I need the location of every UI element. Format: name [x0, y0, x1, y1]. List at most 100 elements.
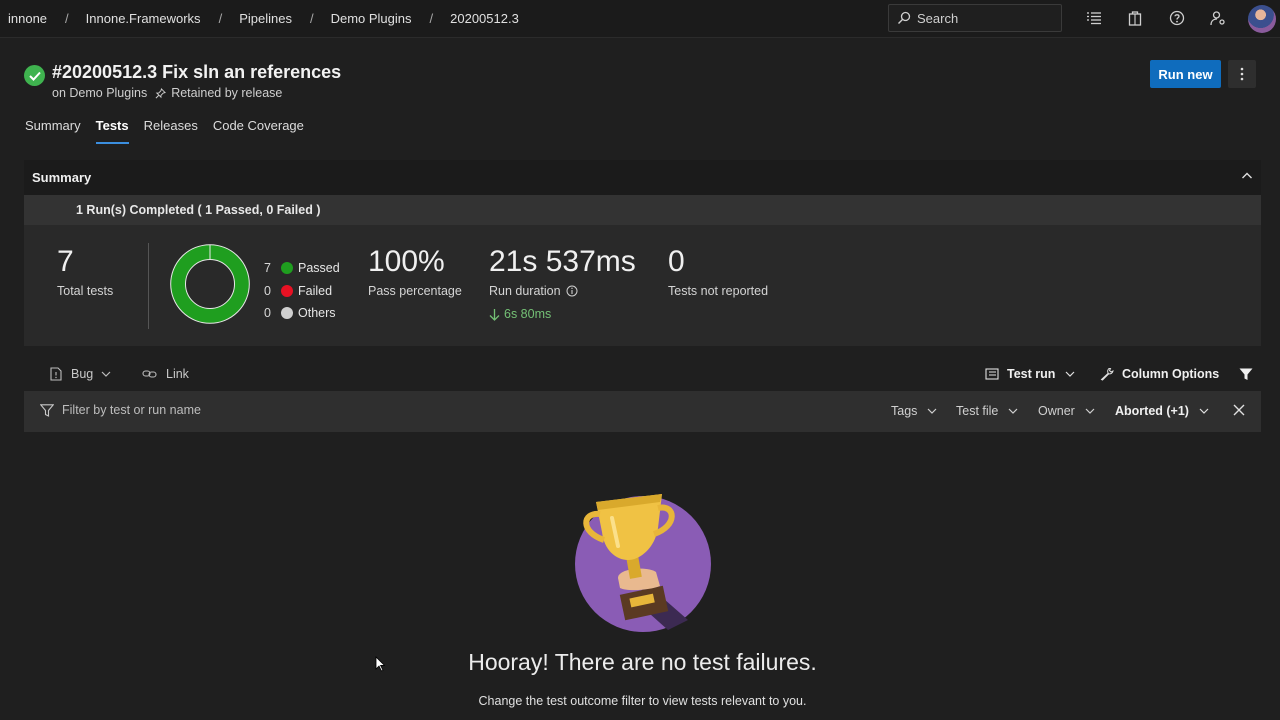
legend-failed: 0 Failed	[264, 280, 340, 303]
link-button[interactable]: Link	[142, 367, 189, 381]
outcome-filter-dropdown[interactable]: Aborted (+1)	[1115, 404, 1209, 418]
total-tests-stat: 7 Total tests	[57, 245, 113, 298]
filter-input[interactable]: Filter by test or run name	[40, 403, 201, 417]
build-subtitle: on Demo Plugins Retained by release	[52, 86, 282, 100]
chevron-up-icon[interactable]	[1241, 170, 1253, 182]
total-tests-value: 7	[57, 245, 74, 278]
clear-filters-button[interactable]	[1233, 404, 1245, 416]
run-duration-label-row: Run duration	[489, 284, 636, 298]
failed-dot	[281, 284, 293, 297]
test-run-label: Test run	[1007, 367, 1056, 381]
pass-percentage-label: Pass percentage	[368, 284, 462, 298]
owner-filter-dropdown[interactable]: Owner	[1038, 404, 1095, 418]
total-tests-label: Total tests	[57, 284, 114, 298]
page-title: #20200512.3 Fix sln an references	[52, 62, 342, 82]
duration-trend: 6s 80ms	[489, 307, 636, 321]
outcome-legend: 7 Passed 0 Failed 0 Others	[264, 257, 340, 325]
not-reported-stat: 0 Tests not reported	[668, 245, 768, 298]
avatar[interactable]	[1248, 5, 1276, 33]
bug-icon	[50, 367, 62, 381]
test-stats-panel: 7 Total tests 7 Passed 0 Failed 0 Others…	[24, 225, 1261, 346]
breadcrumb-org[interactable]: innone	[6, 11, 49, 26]
failed-label: Failed	[298, 283, 333, 298]
runs-completed-bar: 1 Run(s) Completed ( 1 Passed, 0 Failed …	[24, 195, 1261, 225]
failed-count: 0	[264, 283, 271, 298]
empty-state-subtitle: Change the test outcome filter to view t…	[478, 694, 807, 708]
breadcrumb-separator: /	[309, 11, 314, 26]
filter-outline-icon	[40, 403, 54, 417]
summary-header[interactable]: Summary	[24, 160, 1261, 195]
passed-count: 7	[264, 261, 271, 276]
tab-code-coverage[interactable]: Code Coverage	[213, 118, 304, 142]
task-list-icon[interactable]	[1085, 9, 1103, 27]
passed-label: Passed	[298, 261, 340, 276]
search-icon	[898, 11, 911, 24]
wrench-icon	[1100, 367, 1114, 381]
owner-label: Owner	[1038, 404, 1075, 418]
tab-tests[interactable]: Tests	[95, 118, 129, 144]
test-run-grouping-dropdown[interactable]: Test run	[985, 367, 1075, 381]
others-dot	[281, 307, 293, 320]
pass-percentage-value: 100%	[368, 245, 445, 278]
filter-toggle-button[interactable]	[1239, 368, 1253, 381]
tab-summary[interactable]: Summary	[25, 118, 81, 142]
runs-completed-text: 1 Run(s) Completed ( 1 Passed, 0 Failed …	[76, 203, 321, 217]
chevron-down-icon	[1065, 371, 1075, 377]
not-reported-value: 0	[668, 245, 685, 278]
outcome-donut-chart	[170, 244, 250, 324]
chevron-down-icon	[101, 371, 111, 377]
pipeline-link[interactable]: on Demo Plugins	[52, 86, 147, 100]
chevron-down-icon	[927, 408, 937, 414]
summary-heading: Summary	[32, 170, 92, 185]
others-count: 0	[264, 306, 271, 321]
pass-percentage-stat: 100% Pass percentage	[368, 245, 462, 298]
breadcrumb-separator: /	[218, 11, 223, 26]
arrow-down-icon	[489, 308, 500, 321]
run-duration-label: Run duration	[489, 284, 561, 298]
test-file-filter-dropdown[interactable]: Test file	[956, 404, 1018, 418]
run-new-button[interactable]: Run new	[1150, 60, 1221, 88]
chevron-down-icon	[1008, 408, 1018, 414]
chevron-down-icon	[1199, 408, 1209, 414]
bug-label: Bug	[71, 367, 94, 381]
info-icon[interactable]	[566, 285, 578, 297]
stats-divider	[148, 243, 149, 329]
legend-others: 0 Others	[264, 302, 340, 325]
user-settings-icon[interactable]	[1209, 9, 1227, 27]
close-icon	[1233, 404, 1245, 416]
tab-releases[interactable]: Releases	[144, 118, 198, 142]
search-box[interactable]: Search	[888, 4, 1062, 32]
duration-delta: 6s 80ms	[504, 307, 552, 321]
trophy-illustration	[575, 494, 711, 632]
breadcrumb-pipelines[interactable]: Pipelines	[237, 11, 294, 26]
breadcrumb: innone / Innone.Frameworks / Pipelines /…	[0, 11, 521, 26]
column-options-button[interactable]: Column Options	[1100, 367, 1219, 381]
retained-label: Retained by release	[171, 86, 283, 100]
results-toolbar: Bug Link Test run Column Options	[24, 360, 1261, 390]
marketplace-bag-icon[interactable]	[1126, 9, 1144, 27]
tags-filter-dropdown[interactable]: Tags	[891, 404, 937, 418]
breadcrumb-separator: /	[429, 11, 434, 26]
not-reported-label: Tests not reported	[668, 284, 769, 298]
build-succeeded-icon	[24, 65, 45, 86]
help-icon[interactable]	[1168, 9, 1186, 27]
passed-dot	[281, 262, 293, 275]
breadcrumb-build[interactable]: 20200512.3	[448, 11, 521, 26]
link-icon	[142, 370, 157, 378]
outcome-label: Aborted (+1)	[1115, 404, 1189, 418]
run-duration-value: 21s 537ms	[489, 245, 636, 278]
chevron-down-icon	[1085, 408, 1095, 414]
column-options-label: Column Options	[1122, 367, 1220, 381]
breadcrumb-project[interactable]: Innone.Frameworks	[84, 11, 203, 26]
search-placeholder: Search	[917, 10, 959, 26]
others-label: Others	[298, 306, 336, 321]
breadcrumb-pipeline[interactable]: Demo Plugins	[329, 11, 414, 26]
mouse-cursor-icon	[375, 656, 385, 672]
filter-icon	[1239, 368, 1253, 380]
more-actions-button[interactable]	[1228, 60, 1256, 88]
more-vertical-icon	[1240, 67, 1244, 81]
top-bar: innone / Innone.Frameworks / Pipelines /…	[0, 0, 1280, 38]
test-file-label: Test file	[956, 404, 999, 418]
bug-button[interactable]: Bug	[50, 367, 111, 381]
run-duration-stat: 21s 537ms Run duration 6s 80ms	[489, 245, 636, 321]
